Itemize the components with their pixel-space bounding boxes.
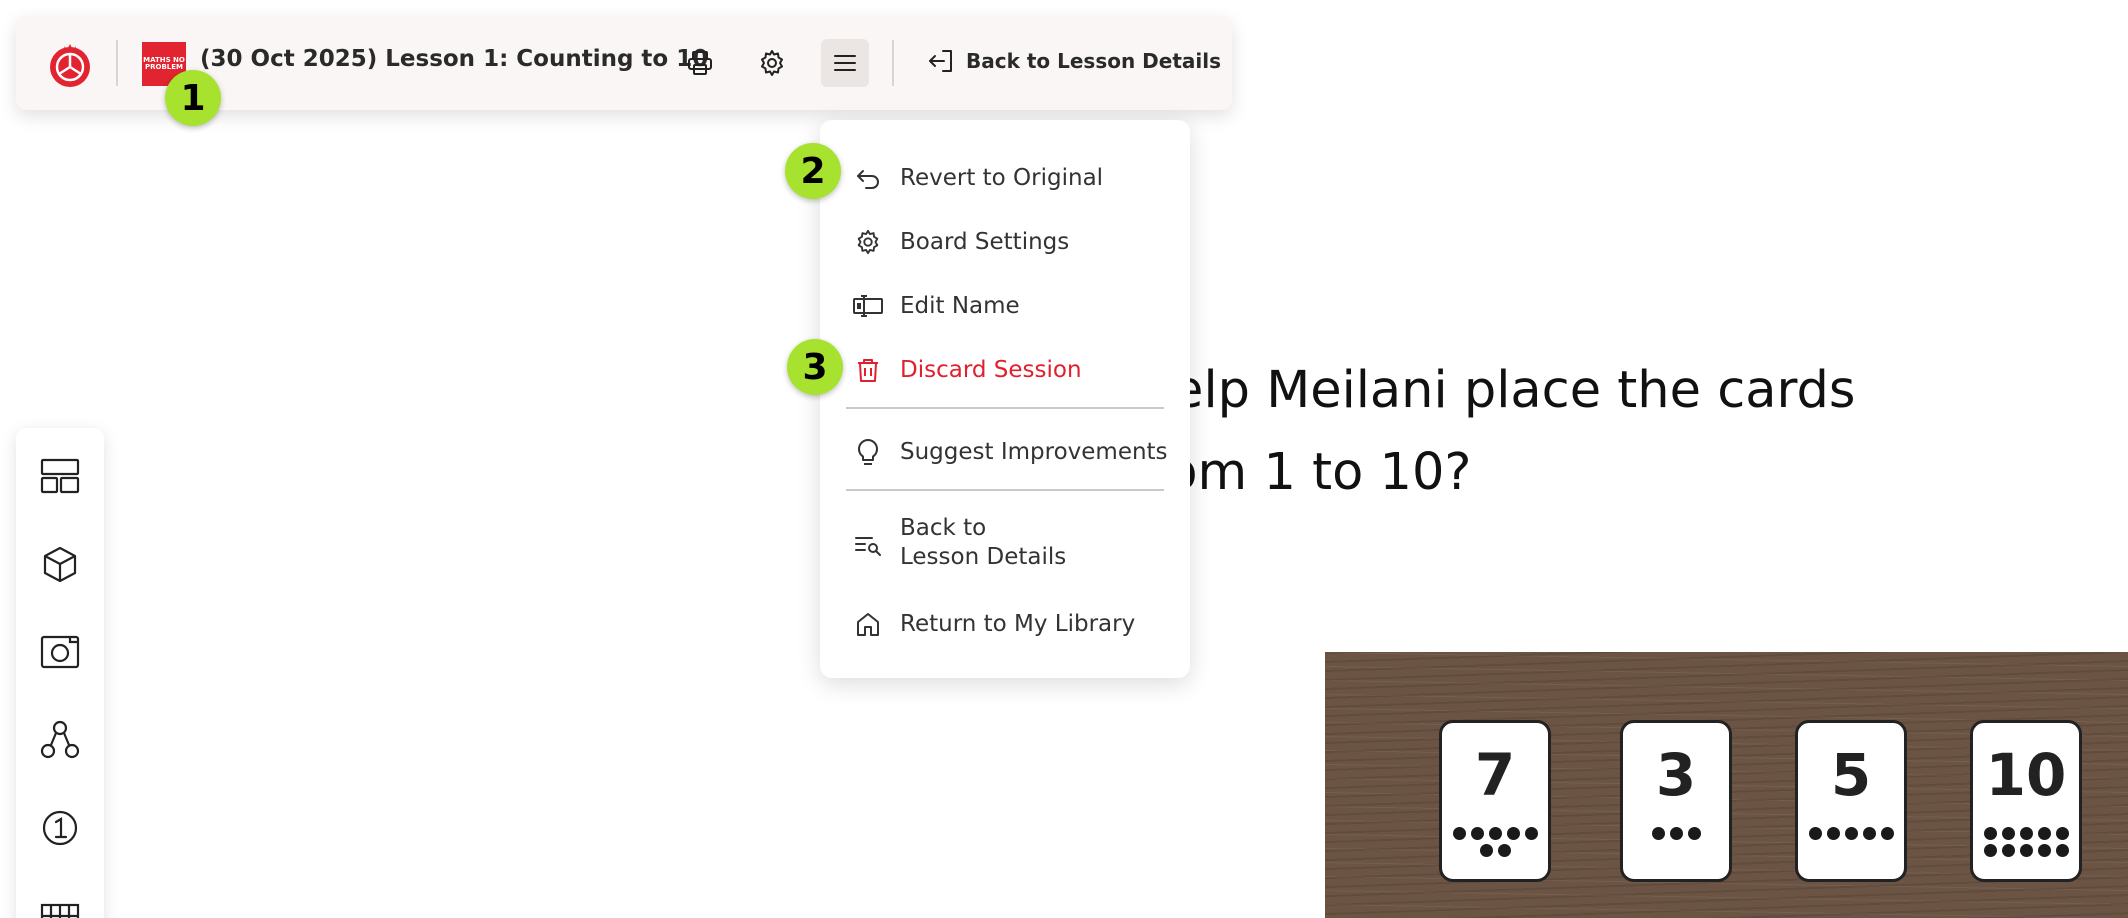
- menu-item-label: Edit Name: [900, 292, 1020, 319]
- 3d-objects-button[interactable]: [34, 538, 86, 590]
- card-dot: [1808, 827, 1822, 840]
- menu-item-return-to-library[interactable]: Return to My Library: [820, 606, 1190, 642]
- card-dot: [2037, 844, 2051, 857]
- wooden-board-image: 7 3 5 10: [1325, 652, 2128, 918]
- printer-icon: [688, 51, 712, 75]
- menu-divider: [846, 407, 1164, 409]
- gear-icon: [761, 50, 783, 76]
- app-logo-icon[interactable]: [44, 37, 96, 89]
- menu-item-edit-name[interactable]: Edit Name: [820, 288, 1190, 324]
- rename-icon: [852, 290, 884, 322]
- card-dot: [1506, 827, 1520, 840]
- camera-button[interactable]: [34, 626, 86, 678]
- card-dots: [1633, 827, 1719, 840]
- card-dot: [1862, 827, 1876, 840]
- back-button-label: Back to Lesson Details: [966, 49, 1222, 73]
- exit-icon: [929, 50, 952, 72]
- card-dot: [1687, 827, 1701, 840]
- number-card[interactable]: 10: [1970, 720, 2082, 882]
- hamburger-icon: [834, 55, 856, 71]
- menu-divider: [846, 489, 1164, 491]
- card-dot: [2055, 844, 2069, 857]
- layout-button[interactable]: [34, 450, 86, 502]
- card-dot: [2001, 844, 2015, 857]
- question-line-1: ou help Meilani place the cards: [1060, 361, 1856, 420]
- card-dot: [2037, 827, 2051, 840]
- menu-item-suggest-improvements[interactable]: Suggest Improvements: [820, 434, 1190, 470]
- card-dot: [1452, 827, 1466, 840]
- list-search-icon: [852, 529, 884, 561]
- menu-item-label: Board Settings: [900, 228, 1070, 255]
- grid-icon: [40, 903, 80, 918]
- menu-item-label: Return to My Library: [900, 610, 1136, 637]
- menu-item-discard-session[interactable]: Discard Session: [820, 352, 1190, 388]
- left-toolbar: [16, 428, 104, 918]
- card-dot: [2019, 827, 2033, 840]
- menu-item-revert[interactable]: Revert to Original: [820, 160, 1190, 196]
- question-line-2: er from 1 to 10?: [1060, 443, 1472, 502]
- gear-icon: [852, 226, 884, 258]
- divider: [892, 40, 894, 86]
- card-dot: [1669, 827, 1683, 840]
- options-menu: Revert to Original Board Settings Edit N…: [820, 120, 1190, 678]
- card-number: 3: [1655, 741, 1697, 809]
- card-dot: [1651, 827, 1665, 840]
- home-icon: [852, 608, 884, 640]
- cube-icon: [43, 546, 77, 583]
- grid-button[interactable]: [34, 890, 86, 918]
- card-dot: [1488, 827, 1502, 840]
- undo-icon: [852, 162, 884, 194]
- menu-item-label: Revert to Original: [900, 164, 1104, 191]
- card-dots: [1808, 827, 1894, 840]
- card-dot: [1826, 827, 1840, 840]
- question-text: ou help Meilani place the cards er from …: [1060, 350, 2100, 514]
- card-number: 7: [1474, 741, 1516, 809]
- card-dot: [1844, 827, 1858, 840]
- menu-item-board-settings[interactable]: Board Settings: [820, 224, 1190, 260]
- divider: [116, 40, 118, 86]
- card-dot: [1524, 827, 1538, 840]
- annotation-badge: 2: [785, 143, 841, 199]
- annotation-badge: 3: [787, 339, 843, 395]
- trash-icon: [852, 354, 884, 386]
- shapes-button[interactable]: [34, 714, 86, 766]
- card-dot: [1880, 827, 1894, 840]
- card-dot: [1983, 827, 1997, 840]
- menu-button[interactable]: [821, 39, 869, 87]
- card-dot: [2055, 827, 2069, 840]
- lesson-title[interactable]: (30 Oct 2025) Lesson 1: Counting to 10: [200, 46, 708, 72]
- number-one-icon: [42, 810, 78, 846]
- menu-item-label: Back to: [900, 515, 987, 541]
- camera-icon: [40, 635, 80, 669]
- card-dot: [1470, 827, 1484, 840]
- layout-icon: [40, 458, 80, 494]
- numbers-button[interactable]: [34, 802, 86, 854]
- shapes-icon: [40, 720, 80, 759]
- back-to-lesson-details-button[interactable]: Back to Lesson Details: [926, 46, 1221, 76]
- menu-item-back-to-lesson-details[interactable]: Back to Lesson Details: [820, 514, 1190, 576]
- annotation-badge: 1: [165, 70, 221, 126]
- card-dot: [2001, 827, 2015, 840]
- lightbulb-icon: [852, 436, 884, 468]
- number-card[interactable]: 5: [1795, 720, 1907, 882]
- settings-button[interactable]: [748, 39, 796, 87]
- menu-item-label-line2: Lesson Details: [900, 544, 1067, 570]
- card-dot: [1983, 844, 1997, 857]
- number-card[interactable]: 7: [1439, 720, 1551, 882]
- card-dot: [1479, 844, 1493, 857]
- menu-item-label: Suggest Improvements: [900, 438, 1168, 465]
- card-dots: [1983, 827, 2069, 857]
- card-number: 5: [1830, 741, 1872, 809]
- print-button[interactable]: [676, 39, 724, 87]
- menu-item-label: Discard Session: [900, 356, 1082, 383]
- card-dots: [1452, 827, 1538, 857]
- brand-text: MATHS NO PROBLEM: [143, 56, 185, 71]
- number-card[interactable]: 3: [1620, 720, 1732, 882]
- card-dot: [2019, 844, 2033, 857]
- card-dot: [1497, 844, 1511, 857]
- card-number: 10: [1985, 741, 2067, 809]
